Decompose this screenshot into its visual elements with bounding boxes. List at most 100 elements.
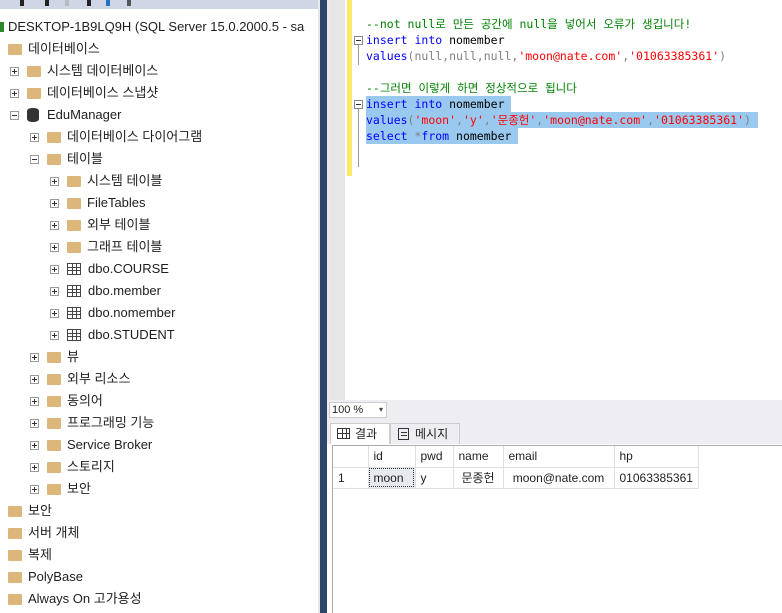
expand-icon[interactable] bbox=[50, 198, 59, 208]
expand-icon[interactable] bbox=[50, 286, 59, 296]
table-row[interactable]: 1 moon y 문종헌 moon@nate.com 01063385361 bbox=[333, 467, 699, 489]
code-token: 'moon@nate.com' bbox=[518, 49, 623, 63]
expand-icon[interactable] bbox=[50, 330, 59, 340]
code-line[interactable]: insert into nomember bbox=[366, 32, 505, 48]
tree-node[interactable]: 서버 개체 bbox=[8, 522, 79, 544]
tree-node[interactable]: Always On 고가용성 bbox=[8, 588, 142, 610]
collapse-icon[interactable] bbox=[10, 110, 19, 120]
expand-icon[interactable] bbox=[30, 418, 39, 428]
expand-icon[interactable] bbox=[30, 132, 39, 142]
cell-pwd[interactable]: y bbox=[415, 467, 454, 489]
collapse-region-icon[interactable] bbox=[354, 36, 363, 45]
code-line[interactable]: select *from nomember bbox=[366, 128, 519, 144]
tree-node[interactable]: 데이터베이스 다이어그램 bbox=[30, 126, 202, 148]
folder-icon bbox=[67, 241, 81, 253]
expand-icon[interactable] bbox=[30, 462, 39, 472]
activity-icon[interactable] bbox=[127, 0, 131, 6]
tree-node-label: 데이터베이스 스냅샷 bbox=[47, 85, 159, 100]
tree-node[interactable]: 보안 bbox=[8, 500, 52, 522]
expand-icon[interactable] bbox=[10, 66, 19, 76]
stop-icon[interactable] bbox=[65, 0, 69, 6]
cell-email[interactable]: moon@nate.com bbox=[503, 467, 615, 489]
zoom-value: 100 % bbox=[332, 404, 364, 416]
code-line[interactable]: insert into nomember bbox=[366, 96, 512, 112]
cell-hp[interactable]: 01063385361 bbox=[614, 467, 699, 489]
column-header-pwd[interactable]: pwd bbox=[415, 446, 454, 468]
tree-node[interactable]: 그래프 테이블 bbox=[50, 236, 162, 258]
expand-icon[interactable] bbox=[10, 88, 19, 98]
tree-node[interactable]: 복제 bbox=[8, 544, 52, 566]
tree-node[interactable]: 외부 테이블 bbox=[50, 214, 150, 236]
tree-node[interactable]: 데이터베이스 스냅샷 bbox=[10, 82, 158, 104]
filter-icon[interactable] bbox=[87, 0, 91, 6]
folder-icon bbox=[8, 527, 22, 539]
expand-icon[interactable] bbox=[30, 484, 39, 494]
tree-node-label: 서버 개체 bbox=[28, 525, 80, 540]
expand-icon[interactable] bbox=[30, 440, 39, 450]
tree-node[interactable]: 뷰 bbox=[30, 346, 79, 368]
tree-node[interactable]: dbo.nomember bbox=[50, 302, 175, 324]
server-label: DESKTOP-1B9LQ9H (SQL Server 15.0.2000.5 … bbox=[8, 19, 305, 34]
tree-node-label: 테이블 bbox=[67, 151, 103, 166]
expand-icon[interactable] bbox=[30, 374, 39, 384]
column-header-id[interactable]: id bbox=[368, 446, 416, 468]
expand-icon[interactable] bbox=[50, 308, 59, 318]
results-pane: 결과 메시지 id pwd name email hp 1 moon y 문종헌… bbox=[327, 420, 782, 613]
tree-node[interactable]: dbo.COURSE bbox=[50, 258, 169, 280]
results-grid[interactable]: id pwd name email hp 1 moon y 문종헌 moon@n… bbox=[332, 445, 782, 613]
row-number[interactable]: 1 bbox=[333, 467, 369, 489]
tab-results[interactable]: 결과 bbox=[330, 423, 390, 444]
code-token: ) bbox=[719, 49, 727, 63]
code-line[interactable]: --not null로 만든 공간에 null을 넣어서 오류가 생깁니다! bbox=[366, 16, 691, 32]
table-icon bbox=[67, 263, 81, 275]
code-line[interactable]: values(null,null,null,'moon@nate.com','0… bbox=[366, 48, 726, 64]
tree-node[interactable]: PolyBase bbox=[8, 566, 83, 588]
tab-messages[interactable]: 메시지 bbox=[390, 423, 460, 444]
tree-node[interactable]: 데이터베이스 bbox=[8, 38, 100, 60]
tree-node[interactable]: dbo.member bbox=[50, 280, 161, 302]
tree-node-label: Always On 고가용성 bbox=[28, 591, 142, 606]
code-token: insert bbox=[366, 33, 408, 47]
tree-node[interactable]: Service Broker bbox=[30, 434, 152, 456]
tree-node[interactable]: 프로그래밍 기능 bbox=[30, 412, 154, 434]
tree-node[interactable]: 보안 bbox=[30, 478, 91, 500]
tree-node[interactable]: EduManager bbox=[10, 104, 121, 126]
disconnect-icon[interactable] bbox=[45, 0, 49, 6]
tree-server-node[interactable]: DESKTOP-1B9LQ9H (SQL Server 15.0.2000.5 … bbox=[0, 16, 304, 38]
expand-icon[interactable] bbox=[30, 396, 39, 406]
header-row: id pwd name email hp bbox=[333, 446, 699, 468]
collapse-icon[interactable] bbox=[30, 154, 39, 164]
cell-name[interactable]: 문종헌 bbox=[453, 467, 504, 489]
expand-icon[interactable] bbox=[50, 176, 59, 186]
collapse-region-icon[interactable] bbox=[354, 100, 363, 109]
folder-icon bbox=[47, 439, 61, 451]
tree-node[interactable]: 외부 리소스 bbox=[30, 368, 130, 390]
code-line[interactable]: --그러면 이렇게 하면 정상적으로 됩니다 bbox=[366, 80, 577, 96]
folder-icon bbox=[47, 153, 61, 165]
tree-node[interactable]: dbo.STUDENT bbox=[50, 324, 175, 346]
expand-icon[interactable] bbox=[50, 220, 59, 230]
tree-node[interactable]: 스토리지 bbox=[30, 456, 115, 478]
tree-node[interactable]: 시스템 테이블 bbox=[50, 170, 162, 192]
tree-node[interactable]: FileTables bbox=[50, 192, 146, 214]
zoom-select[interactable]: 100 % ▾ bbox=[329, 402, 387, 418]
connect-icon[interactable] bbox=[20, 0, 24, 6]
tree-node[interactable]: 시스템 데이터베이스 bbox=[10, 60, 158, 82]
column-header-rownum[interactable] bbox=[333, 446, 369, 468]
expand-icon[interactable] bbox=[50, 242, 59, 252]
tree-node[interactable]: 테이블 bbox=[30, 148, 103, 170]
folder-icon bbox=[47, 373, 61, 385]
expand-icon[interactable] bbox=[50, 264, 59, 274]
refresh-icon[interactable] bbox=[106, 0, 110, 6]
column-header-hp[interactable]: hp bbox=[614, 446, 699, 468]
query-editor[interactable]: --not null로 만든 공간에 null을 넣어서 오류가 생깁니다! in… bbox=[331, 0, 782, 400]
expand-icon[interactable] bbox=[30, 352, 39, 362]
code-line[interactable]: values('moon','y','문종헌','moon@nate.com',… bbox=[366, 112, 758, 128]
editor-gutter bbox=[331, 0, 345, 400]
tree-node[interactable]: 동의어 bbox=[30, 390, 103, 412]
folder-icon bbox=[27, 87, 41, 99]
cell-id[interactable]: moon bbox=[368, 467, 416, 489]
column-header-name[interactable]: name bbox=[453, 446, 504, 468]
tree-node-label: EduManager bbox=[47, 107, 122, 122]
column-header-email[interactable]: email bbox=[503, 446, 615, 468]
